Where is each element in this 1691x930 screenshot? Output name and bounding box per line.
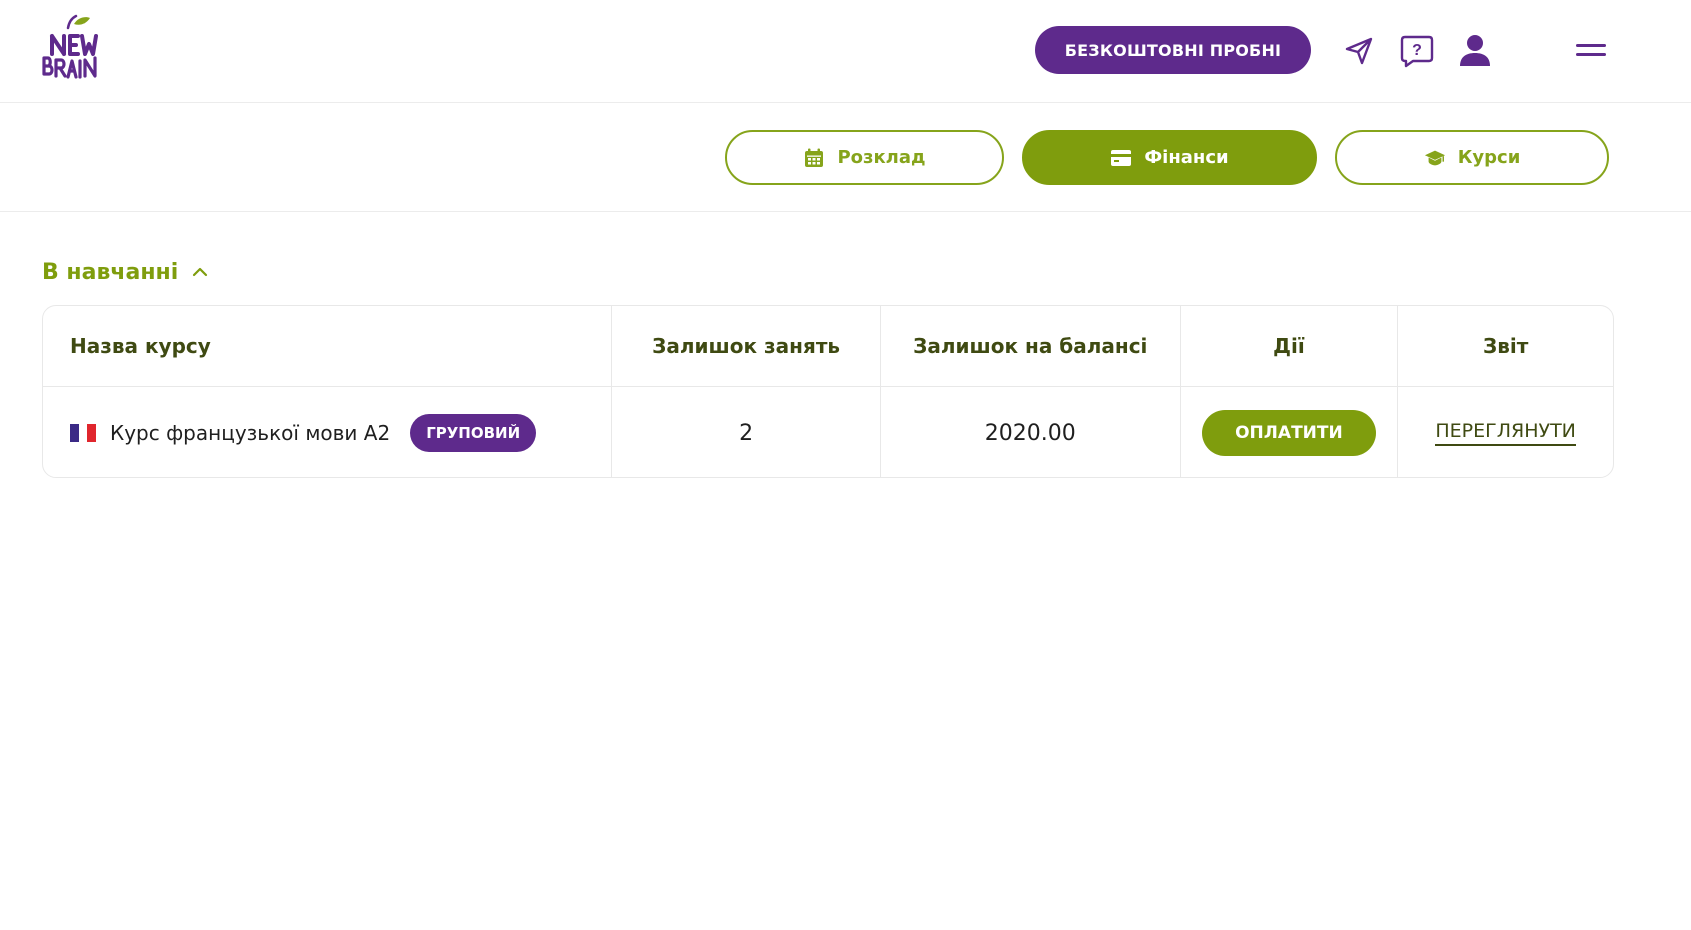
section-title: В навчанні	[42, 259, 179, 285]
help-chat-icon[interactable]: ?	[1397, 31, 1437, 71]
balance-cell: 2020.00	[881, 387, 1181, 477]
course-name: Курс французької мови А2	[110, 421, 391, 445]
courses-table: Назва курсу Залишок занять Залишок на ба…	[42, 305, 1614, 478]
header-actions: Дії	[1181, 306, 1399, 386]
actions-cell: ОПЛАТИТИ	[1181, 387, 1399, 477]
tab-finance[interactable]: Фінанси	[1022, 130, 1317, 185]
table-header-row: Назва курсу Залишок занять Залишок на ба…	[43, 306, 1613, 387]
tab-finance-label: Фінанси	[1144, 147, 1229, 168]
credit-card-icon	[1110, 147, 1132, 169]
tab-courses[interactable]: Курси	[1335, 130, 1609, 185]
report-cell: ПЕРЕГЛЯНУТИ	[1398, 387, 1613, 477]
svg-text:?: ?	[1412, 42, 1422, 59]
calendar-icon	[803, 147, 825, 169]
lessons-left-cell: 2	[612, 387, 881, 477]
balance-value: 2020.00	[984, 420, 1076, 446]
header-balance-left: Залишок на балансі	[881, 306, 1181, 386]
header-course-name: Назва курсу	[43, 306, 613, 386]
menu-icon[interactable]	[1574, 35, 1608, 65]
pay-button[interactable]: ОПЛАТИТИ	[1201, 410, 1376, 456]
graduation-cap-icon	[1424, 147, 1446, 169]
section-tabs: Розклад Фінанси Курси	[0, 103, 1691, 212]
tab-schedule[interactable]: Розклад	[725, 130, 1004, 185]
top-header: БЕЗКОШТОВНІ ПРОБНІ ?	[0, 0, 1691, 103]
view-report-link[interactable]: ПЕРЕГЛЯНУТИ	[1435, 420, 1576, 446]
free-trial-button[interactable]: БЕЗКОШТОВНІ ПРОБНІ	[1035, 26, 1311, 74]
course-cell: Курс французької мови А2 ГРУПОВИЙ	[43, 387, 613, 477]
course-type-badge: ГРУПОВИЙ	[410, 414, 537, 452]
new-brain-logo[interactable]	[38, 14, 102, 84]
section-toggle-in-study[interactable]: В навчанні	[42, 257, 210, 287]
table-row: Курс французької мови А2 ГРУПОВИЙ 2 2020…	[43, 387, 1613, 477]
send-icon[interactable]	[1341, 33, 1377, 69]
tab-courses-label: Курси	[1457, 147, 1521, 168]
lessons-left-value: 2	[739, 420, 754, 446]
france-flag-icon	[70, 424, 97, 442]
user-icon[interactable]	[1455, 30, 1495, 70]
tab-schedule-label: Розклад	[837, 147, 926, 168]
header-lessons-left: Залишок занять	[612, 306, 881, 386]
chevron-up-icon	[192, 263, 210, 281]
header-report: Звіт	[1482, 334, 1529, 358]
